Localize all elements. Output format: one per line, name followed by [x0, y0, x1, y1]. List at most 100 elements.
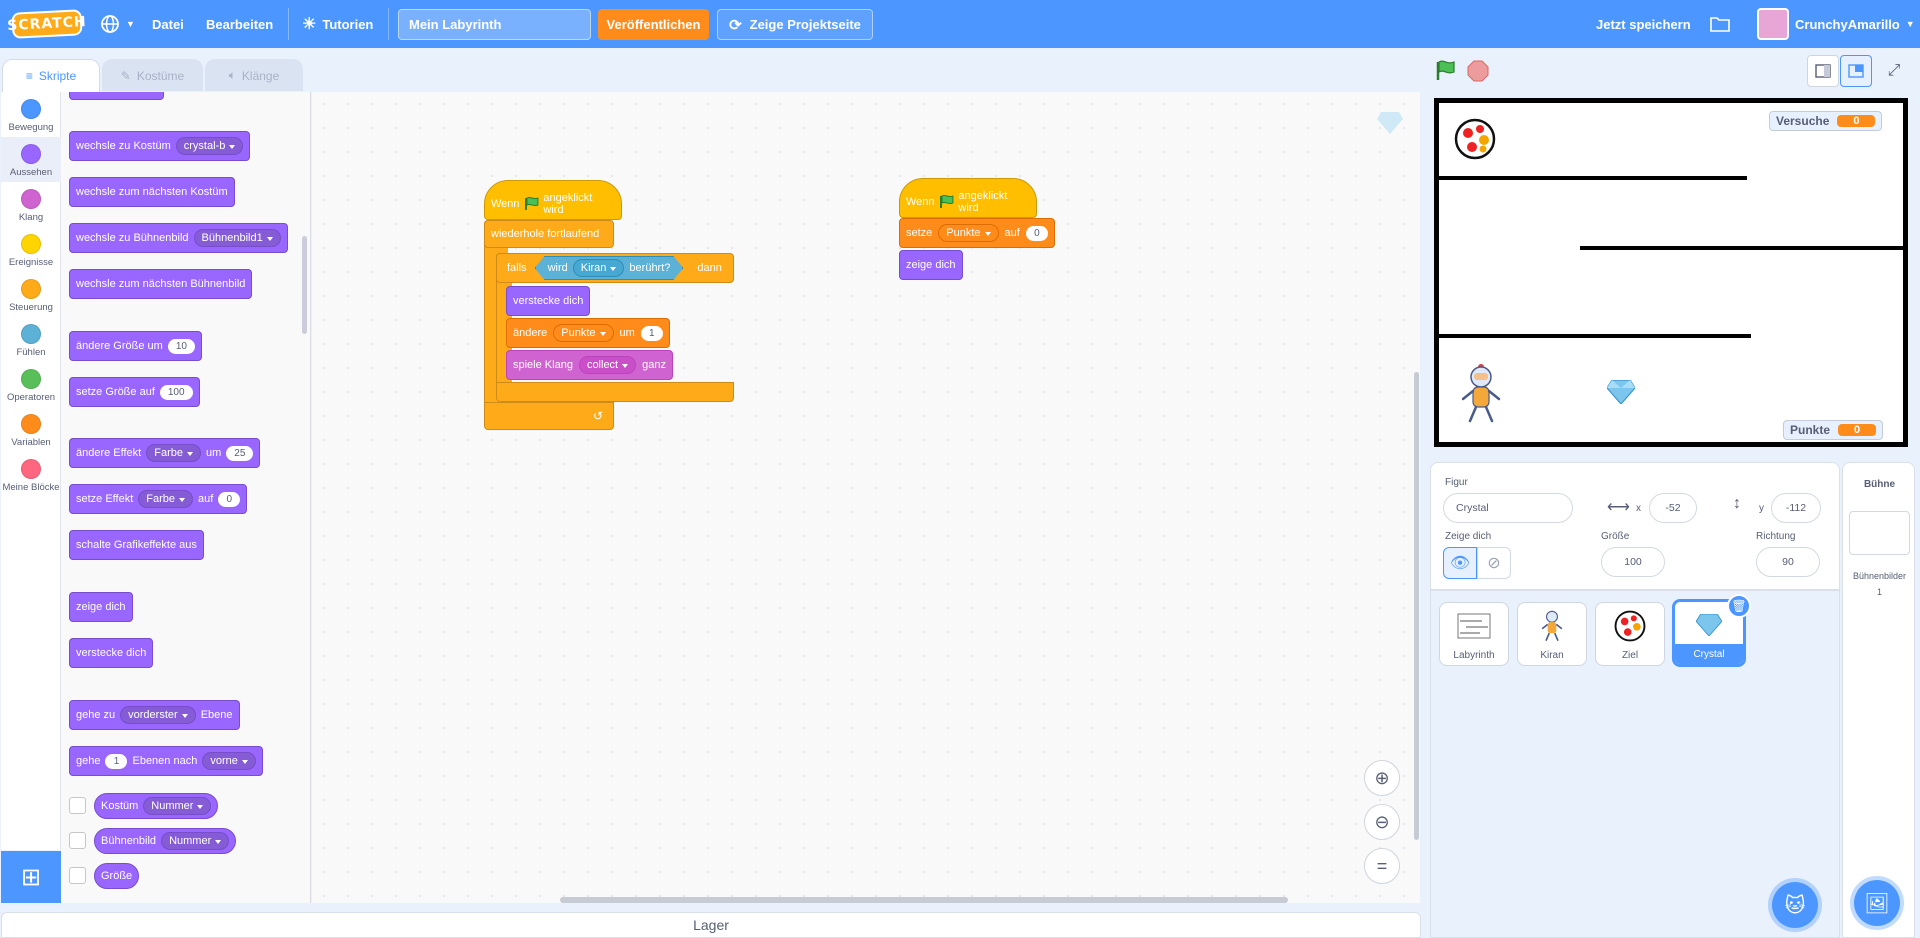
- reporter-costume[interactable]: Kostüm Nummer: [94, 793, 219, 819]
- variable-monitor-points[interactable]: Punkte 0: [1783, 420, 1884, 440]
- layer-dropdown[interactable]: vorderster: [120, 706, 196, 724]
- block-go-to-layer[interactable]: gehe zu vorderster Ebene: [69, 700, 240, 730]
- forever-block[interactable]: wiederhole fortlaufend: [484, 220, 614, 248]
- direction-input[interactable]: 90: [1756, 547, 1820, 577]
- sprite-tile-labyrinth[interactable]: Labyrinth: [1439, 602, 1509, 666]
- share-button[interactable]: Veröffentlichen: [598, 9, 709, 40]
- stage-canvas[interactable]: Versuche 0 Punkte 0: [1434, 98, 1908, 447]
- if-block[interactable]: falls wird Kiran berührt? dann: [496, 253, 734, 283]
- category-variablen[interactable]: Variablen: [1, 407, 61, 452]
- stop-button[interactable]: [1462, 55, 1494, 87]
- costume-number-dropdown[interactable]: Nummer: [143, 797, 212, 815]
- account-menu[interactable]: CrunchyAmarillo ▼: [1757, 0, 1915, 48]
- block-switch-backdrop[interactable]: wechsle zu Bühnenbild Bühnenbild1: [69, 223, 288, 253]
- normal-stage-button[interactable]: [1840, 55, 1872, 87]
- project-title-input[interactable]: Mein Labyrinth: [398, 9, 591, 40]
- number-input[interactable]: 100: [159, 384, 193, 400]
- category-meine-blöcke[interactable]: Meine Blöcke: [1, 452, 61, 497]
- small-stage-button[interactable]: [1807, 55, 1839, 87]
- variable-dropdown[interactable]: Punkte: [553, 324, 614, 342]
- tab-scripts[interactable]: ≡ Skripte: [2, 59, 100, 92]
- category-klang[interactable]: Klang: [1, 182, 61, 227]
- language-menu[interactable]: ▼: [100, 0, 135, 48]
- script-hide-block[interactable]: verstecke dich: [506, 286, 591, 316]
- touching-block[interactable]: wird Kiran berührt?: [535, 256, 684, 280]
- zoom-reset-button[interactable]: =: [1364, 848, 1400, 884]
- monitor-checkbox[interactable]: [69, 867, 86, 884]
- block-go-layers[interactable]: gehe 1 Ebenen nach vorne: [69, 746, 263, 776]
- backdrop-number-dropdown[interactable]: Nummer: [161, 832, 230, 850]
- green-flag-button[interactable]: [1430, 55, 1462, 87]
- number-input[interactable]: 0: [218, 491, 241, 507]
- project-page-button[interactable]: ⟳ Zeige Projektseite: [717, 9, 873, 40]
- number-input[interactable]: 0: [1025, 225, 1048, 241]
- sound-dropdown[interactable]: collect: [578, 356, 637, 374]
- number-input[interactable]: 1: [105, 753, 128, 769]
- stage-thumbnail[interactable]: [1849, 511, 1910, 555]
- scratch-logo[interactable]: SCRATCH: [7, 9, 87, 39]
- script-play-sound-block[interactable]: spiele Klang collect ganz: [506, 350, 673, 380]
- block-next-costume[interactable]: wechsle zum nächsten Kostüm: [69, 177, 235, 207]
- number-input[interactable]: 1: [640, 325, 663, 341]
- reporter-backdrop[interactable]: Bühnenbild Nummer: [94, 828, 237, 854]
- block-set-effect[interactable]: setze Effekt Farbe auf 0: [69, 484, 248, 514]
- direction-dropdown[interactable]: vorne: [202, 752, 256, 770]
- script-workspace[interactable]: wiederhole fortlaufend ↺ falls wird Kira…: [312, 92, 1420, 903]
- monitor-checkbox[interactable]: [69, 797, 86, 814]
- sprite-tile-kiran[interactable]: Kiran: [1517, 602, 1587, 666]
- x-input[interactable]: -52: [1649, 493, 1697, 523]
- stage-target-panel[interactable]: Bühne Bühnenbilder 1: [1842, 462, 1915, 938]
- palette-block-partial[interactable]: [69, 92, 164, 100]
- block-set-size[interactable]: setze Größe auf 100: [69, 377, 200, 407]
- workspace-horizontal-scrollbar[interactable]: [560, 897, 1288, 903]
- block-clear-effects[interactable]: schalte Grafikeffekte aus: [69, 530, 204, 560]
- tab-costumes[interactable]: ✎ Kostüme: [102, 59, 203, 91]
- touching-dropdown[interactable]: Kiran: [573, 259, 625, 277]
- zoom-in-button[interactable]: ⊕: [1364, 760, 1400, 796]
- script-change-variable-block[interactable]: ändere Punkte um 1: [506, 318, 670, 348]
- delete-sprite-button[interactable]: 🗑︎: [1727, 594, 1751, 618]
- effect-dropdown[interactable]: Farbe: [138, 490, 194, 508]
- script-set-variable-block[interactable]: setze Punkte auf 0: [899, 218, 1055, 248]
- category-ereignisse[interactable]: Ereignisse: [1, 227, 61, 272]
- fullscreen-button[interactable]: ⤢: [1878, 55, 1910, 87]
- effect-dropdown[interactable]: Farbe: [146, 444, 201, 462]
- block-change-effect[interactable]: ändere Effekt Farbe um 25: [69, 438, 261, 468]
- size-input[interactable]: 100: [1601, 547, 1665, 577]
- block-change-size[interactable]: ändere Größe um 10: [69, 331, 202, 361]
- category-bewegung[interactable]: Bewegung: [1, 92, 61, 137]
- hide-sprite-button[interactable]: ⊘: [1477, 547, 1511, 579]
- block-switch-costume[interactable]: wechsle zu Kostüm crystal-b: [69, 131, 251, 161]
- variable-monitor-tries[interactable]: Versuche 0: [1769, 111, 1883, 131]
- zoom-out-button[interactable]: ⊖: [1364, 804, 1400, 840]
- choose-backdrop-button[interactable]: 🖼︎: [1854, 880, 1900, 926]
- file-menu[interactable]: Datei: [152, 0, 184, 48]
- tab-sounds[interactable]: 🔈︎ Klänge: [205, 59, 303, 91]
- block-hide[interactable]: verstecke dich: [69, 638, 154, 668]
- number-input[interactable]: 10: [167, 338, 195, 354]
- choose-sprite-button[interactable]: 🐱︎: [1772, 882, 1818, 928]
- when-flag-clicked-hat[interactable]: Wenn angeklickt wird: [899, 178, 1037, 218]
- backdrop-dropdown[interactable]: Bühnenbild1: [193, 229, 281, 247]
- save-now-button[interactable]: Jetzt speichern: [1596, 0, 1691, 48]
- edit-menu[interactable]: Bearbeiten: [206, 0, 273, 48]
- block-show[interactable]: zeige dich: [69, 592, 133, 622]
- backpack-bar[interactable]: Lager: [1, 912, 1421, 938]
- category-aussehen[interactable]: Aussehen: [1, 137, 61, 182]
- when-flag-clicked-hat[interactable]: Wenn angeklickt wird: [484, 180, 622, 220]
- script-show-block[interactable]: zeige dich: [899, 250, 963, 280]
- number-input[interactable]: 25: [226, 445, 254, 461]
- y-input[interactable]: -112: [1771, 493, 1821, 523]
- variable-dropdown[interactable]: Punkte: [938, 224, 999, 242]
- category-fühlen[interactable]: Fühlen: [1, 317, 61, 362]
- reporter-size[interactable]: Größe: [94, 863, 140, 889]
- my-stuff-button[interactable]: [1710, 0, 1730, 48]
- palette-scrollbar[interactable]: [302, 236, 307, 334]
- show-sprite-button[interactable]: 👁︎: [1443, 547, 1477, 579]
- tutorials-button[interactable]: ☀ Tutorien: [302, 0, 373, 48]
- workspace-vertical-scrollbar[interactable]: [1414, 372, 1419, 840]
- category-steuerung[interactable]: Steuerung: [1, 272, 61, 317]
- sprite-name-input[interactable]: Crystal: [1443, 493, 1573, 523]
- monitor-checkbox[interactable]: [69, 832, 86, 849]
- block-next-backdrop[interactable]: wechsle zum nächsten Bühnenbild: [69, 269, 253, 299]
